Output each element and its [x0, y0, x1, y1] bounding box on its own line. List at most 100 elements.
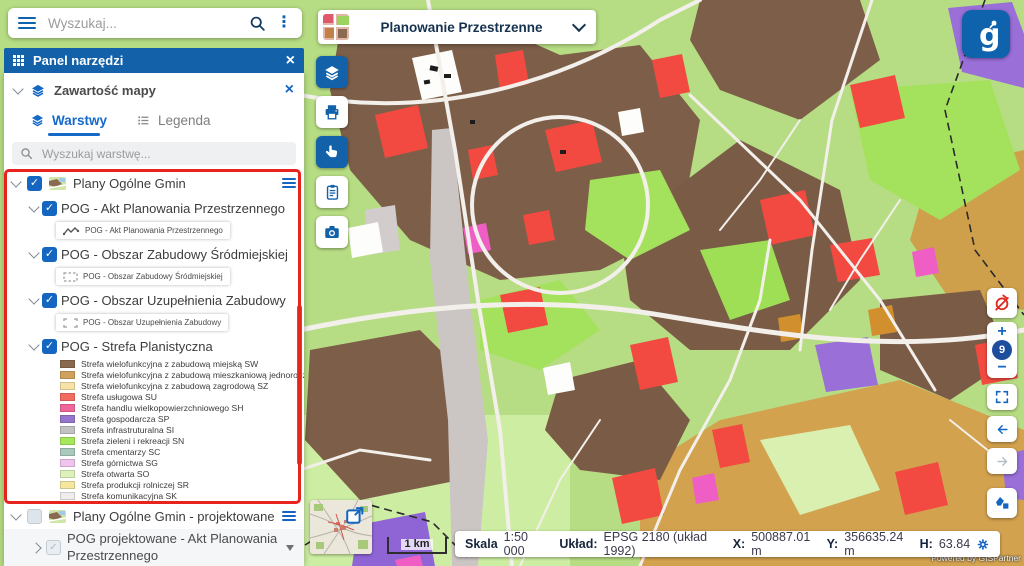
layer-checkbox[interactable]	[27, 509, 42, 524]
layer-pog-projektowane-akt[interactable]: POG projektowane - Akt Planowania Przest…	[4, 529, 304, 566]
settings-gear-icon[interactable]	[976, 536, 990, 553]
print-tool-button[interactable]	[316, 96, 348, 128]
h-value: 63.84	[939, 537, 970, 551]
legend-item: Strefa gospodarcza SP	[60, 413, 304, 424]
previous-view-button[interactable]	[987, 416, 1017, 442]
chevron-down-icon[interactable]	[12, 83, 23, 94]
legend-item: Strefa górnictwa SG	[60, 457, 304, 468]
legend-swatch	[60, 382, 75, 390]
gispartner-logo[interactable]: g	[962, 10, 1010, 58]
legend-swatch	[60, 415, 75, 423]
chevron-right-icon[interactable]	[30, 542, 41, 553]
layer-checkbox[interactable]	[42, 339, 57, 354]
y-value: 356635.24 m	[844, 530, 903, 558]
chevron-down-icon[interactable]	[28, 339, 39, 350]
next-view-button[interactable]	[987, 448, 1017, 474]
legend-item: Strefa wielofunkcyjna z zabudową miejską…	[60, 358, 304, 369]
legend-swatch	[60, 437, 75, 445]
legend-swatch	[60, 481, 75, 489]
chevron-down-icon[interactable]	[28, 293, 39, 304]
layer-pog-strefa[interactable]: POG - Strefa Planistyczna	[4, 334, 304, 358]
zoom-in-button[interactable]: +	[997, 324, 1006, 340]
arrow-right-icon	[994, 454, 1011, 469]
profile-label: Planowanie Przestrzenne	[349, 20, 574, 35]
layer-menu-icon[interactable]	[282, 511, 296, 521]
legend-swatch	[60, 426, 75, 434]
legend-item: Strefa wielofunkcyjna z zabudową mieszka…	[60, 369, 304, 380]
layer-pog-uzupelnienia[interactable]: POG - Obszar Uzupełnienia Zabudowy	[4, 288, 304, 312]
zoom-control: + 9 −	[987, 322, 1017, 378]
legend-label: Strefa handlu wielkopowierzchniowego SH	[81, 403, 243, 413]
layer-tree: Plany Ogólne Gmin POG - Akt Planowania P…	[4, 170, 304, 501]
select-tool-button[interactable]	[316, 136, 348, 168]
legend-label: Strefa wielofunkcyjna z zabudową zagrodo…	[81, 381, 268, 391]
layers-tool-button[interactable]	[316, 56, 348, 88]
active-tab-underline	[48, 133, 100, 136]
scale-value: 1:50 000	[504, 530, 544, 558]
expand-overview-icon[interactable]	[344, 504, 366, 526]
search-icon[interactable]	[249, 15, 266, 32]
layer-checkbox[interactable]	[27, 176, 42, 191]
arrow-left-icon	[994, 422, 1011, 437]
layer-group-plany-ogolne[interactable]: Plany Ogólne Gmin	[4, 170, 304, 196]
search-input[interactable]	[46, 15, 239, 32]
status-bar: Skala 1:50 000 Układ: EPSG 2180 (układ 1…	[455, 531, 1000, 557]
chevron-down-icon[interactable]	[28, 201, 39, 212]
section-zawartosc-mapy: Zawartość mapy ×	[4, 78, 304, 102]
touch-pointer-icon	[323, 143, 341, 161]
x-value: 500887.01 m	[751, 530, 810, 558]
geolocation-off-button[interactable]	[987, 288, 1017, 318]
fullscreen-button[interactable]	[987, 384, 1017, 410]
chevron-down-icon[interactable]	[10, 509, 21, 520]
chevron-down-icon[interactable]	[28, 247, 39, 258]
legend-item: Strefa zieleni i rekreacji SN	[60, 435, 304, 446]
menu-icon[interactable]	[18, 17, 36, 30]
layer-checkbox[interactable]	[46, 540, 61, 555]
legend-label: Strefa górnictwa SG	[81, 458, 158, 468]
layer-checkbox[interactable]	[42, 247, 57, 262]
layer-checkbox[interactable]	[42, 201, 57, 216]
layer-search-input[interactable]	[40, 146, 288, 162]
legend-item: Strefa produkcji rolniczej SR	[60, 479, 304, 490]
legend-item: Strefa usługowa SU	[60, 391, 304, 402]
chevron-down-icon[interactable]	[10, 176, 21, 187]
geolocation-off-icon	[992, 293, 1012, 313]
scale-bar: 1 km	[387, 537, 447, 554]
strefa-legend: Strefa wielofunkcyjna z zabudową miejską…	[60, 358, 304, 501]
profile-thumbnail	[323, 14, 349, 40]
tab-legenda[interactable]: Legenda	[136, 107, 211, 133]
layer-pog-srodmiejska[interactable]: POG - Obszar Zabudowy Śródmiejskiej	[4, 242, 304, 266]
zoom-out-button[interactable]: −	[997, 360, 1006, 376]
layers-icon	[30, 113, 45, 127]
legend-label: Strefa produkcji rolniczej SR	[81, 480, 189, 490]
legend-label: Strefa infrastruturalna SI	[81, 425, 174, 435]
widgets-button[interactable]	[987, 488, 1017, 518]
screenshot-tool-button[interactable]	[316, 216, 348, 248]
report-tool-button[interactable]	[316, 176, 348, 208]
layer-menu-icon[interactable]	[282, 178, 296, 188]
legend-item: Strefa komunikacyjna SK	[60, 490, 304, 501]
close-panel-icon[interactable]: ×	[286, 53, 295, 69]
legend-item: Strefa otwarta SO	[60, 468, 304, 479]
layers-icon	[323, 64, 341, 81]
scroll-down-icon[interactable]	[286, 545, 294, 551]
layer-checkbox[interactable]	[42, 293, 57, 308]
map-profile-dropdown[interactable]: Planowanie Przestrzenne	[318, 10, 596, 44]
legend-label: Strefa usługowa SU	[81, 392, 157, 402]
more-options-icon[interactable]: ⋮	[276, 15, 292, 31]
legend-swatch	[60, 360, 75, 368]
legend-chip-uzupelnienia: POG - Obszar Uzupełnienia Zabudowy	[56, 314, 228, 331]
clipboard-icon	[324, 183, 341, 201]
tab-warstwy[interactable]: Warstwy	[30, 107, 107, 133]
search-icon	[20, 147, 33, 160]
shapes-icon	[993, 494, 1011, 512]
layer-group-projektowane[interactable]: Plany Ogólne Gmin - projektowane	[4, 505, 304, 527]
svg-text:g: g	[979, 18, 1000, 53]
legend-label: Strefa komunikacyjna SK	[81, 491, 177, 501]
legend-label: Strefa wielofunkcyjna z zabudową mieszka…	[81, 370, 304, 380]
legend-swatch	[60, 470, 75, 478]
layer-pog-akt[interactable]: POG - Akt Planowania Przestrzennego	[4, 196, 304, 220]
close-section-icon[interactable]: ×	[285, 81, 294, 99]
panel-scrollbar[interactable]	[297, 305, 302, 465]
chevron-down-icon	[572, 18, 586, 32]
